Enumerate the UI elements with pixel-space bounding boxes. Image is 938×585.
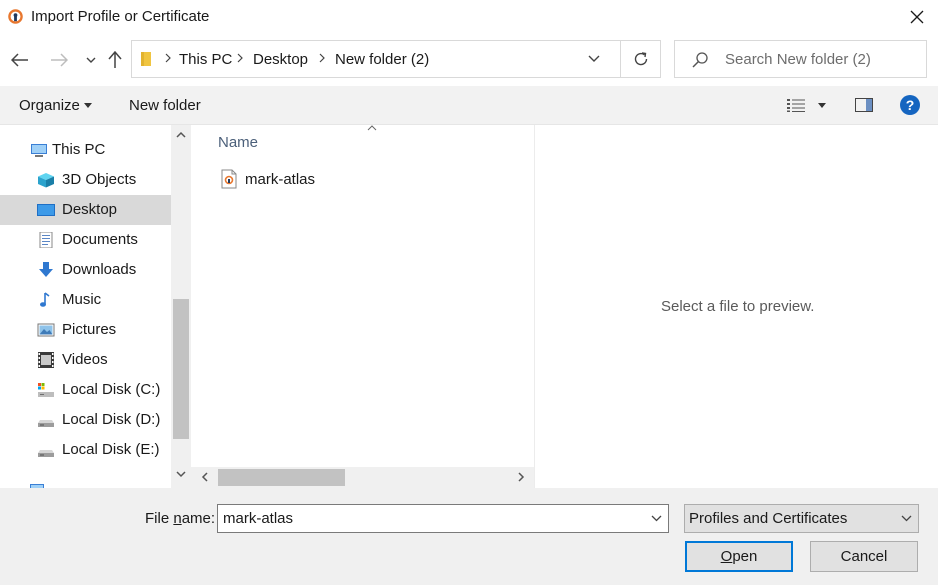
arrow-up-icon <box>108 51 122 68</box>
sidebar-item-this-pc[interactable]: This PC <box>0 135 171 165</box>
file-name: mark-atlas <box>245 171 316 188</box>
navigation-bar: This PC Desktop New folder (2) Search Ne… <box>0 34 938 86</box>
file-name-input[interactable]: mark-atlas <box>217 504 669 533</box>
sidebar-item-downloads[interactable]: Downloads <box>0 255 171 285</box>
download-icon <box>39 262 53 277</box>
search-placeholder: Search New folder (2) <box>725 51 871 68</box>
navigation-scrollbar[interactable] <box>171 125 191 488</box>
sidebar-item-label: 3D Objects <box>62 171 137 188</box>
preview-pane-icon[interactable] <box>855 98 873 112</box>
close-icon <box>910 10 924 24</box>
drive-icon <box>38 450 54 457</box>
scroll-right-icon[interactable] <box>518 472 525 482</box>
preview-message: Select a file to preview. <box>661 298 815 315</box>
sidebar-item-3d-objects[interactable]: 3D Objects <box>0 165 171 195</box>
sidebar-item-pictures[interactable]: Pictures <box>0 315 171 345</box>
scroll-left-icon[interactable] <box>201 472 208 482</box>
sidebar-item-music[interactable]: Music <box>0 285 171 315</box>
drive-icon <box>38 420 54 427</box>
sidebar-item-local-disk-e[interactable]: Local Disk (E:) <box>0 435 171 465</box>
sidebar-item-label: Pictures <box>62 321 117 338</box>
arrow-right-icon <box>51 53 68 67</box>
sidebar-item-label: Downloads <box>62 261 137 278</box>
view-options-icon[interactable] <box>787 98 805 112</box>
sort-ascending-icon <box>367 125 377 131</box>
open-button[interactable]: Open <box>685 541 793 572</box>
chevron-right-icon <box>237 53 243 63</box>
column-header-name[interactable]: Name <box>218 134 258 151</box>
file-type-select[interactable]: Profiles and Certificates <box>684 504 919 533</box>
organize-button[interactable]: Organize <box>19 97 80 114</box>
pc-icon <box>31 144 47 157</box>
file-type-value: Profiles and Certificates <box>689 510 848 527</box>
profile-file-icon <box>221 169 237 189</box>
sidebar-item-label: Desktop <box>62 201 118 218</box>
documents-icon <box>39 232 53 248</box>
window-title: Import Profile or Certificate <box>31 8 210 25</box>
cube-icon <box>38 173 54 188</box>
sidebar-item-label: Local Disk (D:) <box>62 411 161 428</box>
chevron-right-icon <box>165 53 171 63</box>
folder-icon <box>141 52 151 66</box>
sidebar-item-label: Documents <box>62 231 138 248</box>
up-button[interactable] <box>104 48 126 72</box>
close-button[interactable] <box>904 5 930 29</box>
file-name-label: File name: <box>145 510 216 527</box>
title-bar: Import Profile or Certificate <box>0 0 938 34</box>
recent-locations-button[interactable] <box>80 48 102 72</box>
sidebar-item-label: This PC <box>52 141 106 158</box>
search-box[interactable]: Search New folder (2) <box>674 40 927 78</box>
address-divider <box>620 41 621 77</box>
preview-pane: Select a file to preview. <box>536 125 938 488</box>
chevron-down-icon <box>86 57 96 63</box>
pane-divider <box>534 125 535 488</box>
scrollbar-thumb[interactable] <box>218 469 345 486</box>
sidebar-item-label: Videos <box>62 351 108 368</box>
file-list-pane: Name mark-atlas <box>191 125 536 488</box>
search-icon <box>692 52 708 68</box>
command-toolbar: Organize New folder ? <box>0 86 938 125</box>
back-button[interactable] <box>9 48 31 72</box>
breadcrumb-this-pc[interactable]: This PC <box>179 51 232 68</box>
sidebar-item-label: Local Disk (E:) <box>62 441 160 458</box>
navigation-pane: This PC 3D Objects Desktop Documents Dow… <box>0 125 191 488</box>
arrow-left-icon <box>11 53 28 67</box>
address-dropdown-icon[interactable] <box>588 52 600 64</box>
horizontal-scrollbar[interactable] <box>191 467 534 488</box>
drive-icon <box>38 383 54 397</box>
help-icon[interactable]: ? <box>900 95 920 115</box>
sidebar-item-videos[interactable]: Videos <box>0 345 171 375</box>
file-name-value: mark-atlas <box>223 510 294 527</box>
desktop-icon <box>37 204 55 216</box>
sidebar-item-network-partial[interactable] <box>0 475 171 488</box>
scroll-down-icon[interactable] <box>176 471 186 478</box>
breadcrumb-desktop[interactable]: Desktop <box>253 51 308 68</box>
chevron-down-icon <box>901 515 912 522</box>
sidebar-item-desktop[interactable]: Desktop <box>0 195 171 225</box>
breadcrumb-new-folder[interactable]: New folder (2) <box>335 51 429 68</box>
music-icon <box>40 292 50 307</box>
sidebar-item-local-disk-d[interactable]: Local Disk (D:) <box>0 405 171 435</box>
refresh-icon[interactable] <box>632 50 650 68</box>
chevron-right-icon <box>319 53 325 63</box>
forward-button[interactable] <box>48 48 70 72</box>
sidebar-item-local-disk-c[interactable]: Local Disk (C:) <box>0 375 171 405</box>
caret-down-icon <box>84 103 92 108</box>
scrollbar-thumb[interactable] <box>173 299 189 439</box>
sidebar-item-label: Local Disk (C:) <box>62 381 161 398</box>
pictures-icon <box>37 323 55 337</box>
address-bar[interactable]: This PC Desktop New folder (2) <box>131 40 661 78</box>
app-logo-icon <box>8 9 23 24</box>
chevron-down-icon[interactable] <box>651 515 662 522</box>
dialog-footer: File name: mark-atlas Profiles and Certi… <box>0 488 938 585</box>
new-folder-button[interactable]: New folder <box>129 97 201 114</box>
videos-icon <box>38 352 54 368</box>
sidebar-item-label: Music <box>62 291 102 308</box>
view-dropdown-icon[interactable] <box>818 103 826 108</box>
scroll-up-icon[interactable] <box>176 131 186 138</box>
sidebar-item-documents[interactable]: Documents <box>0 225 171 255</box>
cancel-button[interactable]: Cancel <box>810 541 918 572</box>
file-item[interactable]: mark-atlas <box>211 165 511 193</box>
